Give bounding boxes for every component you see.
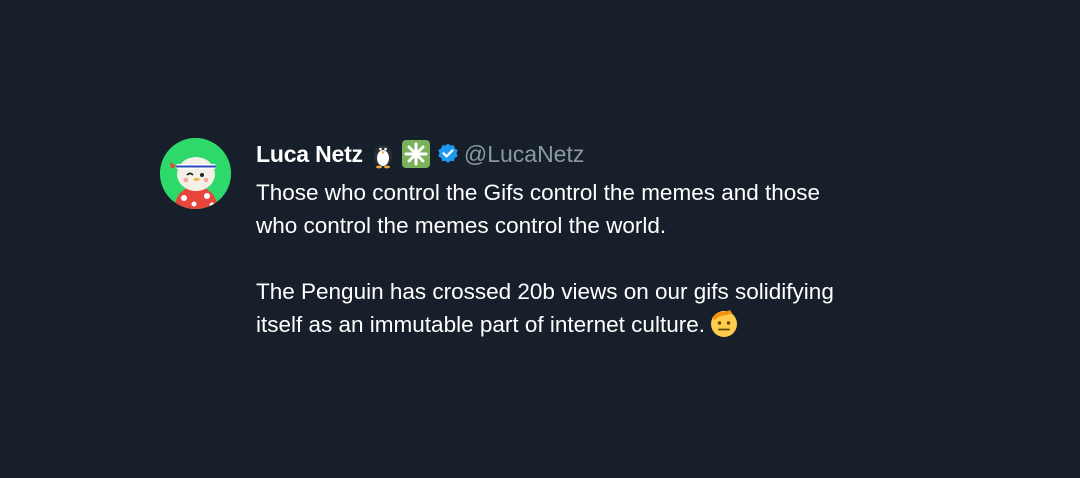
saluting-face-emoji-icon <box>710 310 737 337</box>
tweet-content: Luca Netz @LucaNetz Those who control th… <box>256 138 916 341</box>
penguin-avatar-icon <box>160 138 231 209</box>
author-handle[interactable]: @LucaNetz <box>464 141 585 168</box>
tweet-screenshot: { "author": { "name": "Luca Netz", "hand… <box>0 0 1080 478</box>
verified-badge-icon[interactable] <box>436 142 460 166</box>
tweet-line: who control the memes control the world. <box>256 213 667 238</box>
author-name[interactable]: Luca Netz <box>256 141 363 168</box>
sparkle-emoji-icon <box>401 140 430 168</box>
tweet-line: The Penguin has crossed 20b views on our… <box>256 279 834 304</box>
tweet-header: Luca Netz @LucaNetz <box>256 138 916 170</box>
tweet-line-text: itself as an immutable part of internet … <box>256 312 705 337</box>
tweet-line: Those who control the Gifs control the m… <box>256 180 821 205</box>
tweet-text: Those who control the Gifs control the m… <box>256 176 916 341</box>
tweet-line-last: itself as an immutable part of internet … <box>256 308 916 341</box>
avatar[interactable] <box>160 138 231 209</box>
penguin-emoji-icon <box>373 145 392 169</box>
